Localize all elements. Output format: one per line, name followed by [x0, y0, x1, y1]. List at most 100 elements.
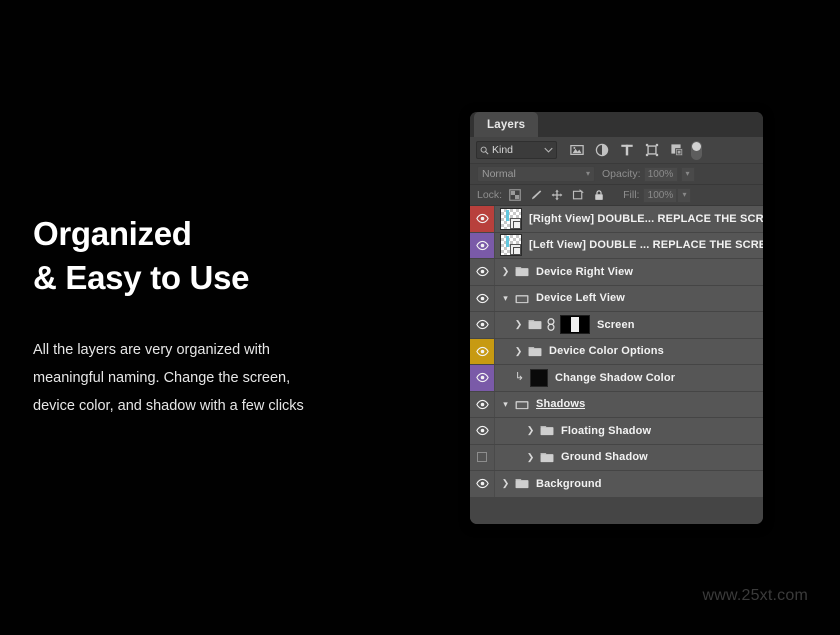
layer-visibility-cell[interactable] [470, 312, 495, 338]
clipping-mask-arrow-icon: ↳ [514, 371, 525, 384]
layer-row[interactable]: ❯ Background [470, 471, 763, 498]
watermark: www.25xt.com [702, 587, 808, 604]
visibility-off-box-icon[interactable] [477, 452, 487, 463]
chevron-right-icon[interactable]: ❯ [513, 346, 524, 357]
tab-layers[interactable]: Layers [474, 112, 539, 137]
blend-mode-select[interactable]: Normal ▾ [477, 166, 595, 182]
visibility-eye-icon[interactable] [475, 424, 489, 437]
chevron-down-icon[interactable]: ▾ [500, 293, 511, 304]
layer-row[interactable]: ▾ Device Left View [470, 285, 763, 312]
layer-row[interactable]: [Right View] DOUBLE... REPLACE THE SCREE… [470, 206, 763, 233]
chevron-right-icon[interactable]: ❯ [525, 452, 536, 463]
layer-row[interactable]: ❯ Screen [470, 312, 763, 339]
smart-object-filter-icon[interactable] [670, 143, 684, 157]
layer-visibility-cell[interactable] [470, 471, 495, 497]
smart-object-thumbnail[interactable] [500, 207, 522, 230]
layer-visibility-cell[interactable] [470, 365, 495, 391]
visibility-eye-icon[interactable] [475, 398, 489, 411]
description-line-2: meaningful naming. Change the screen, [33, 370, 291, 386]
visibility-eye-icon[interactable] [475, 477, 489, 490]
chevron-down-icon[interactable]: ▾ [500, 399, 511, 410]
chevron-right-icon[interactable]: ❯ [513, 319, 524, 330]
visibility-eye-icon[interactable] [475, 371, 489, 384]
layer-name: Change Shadow Color [555, 371, 676, 384]
layer-visibility-cell[interactable] [470, 206, 495, 232]
visibility-eye-icon[interactable] [475, 318, 489, 331]
layer-row[interactable]: ▾ Shadows [470, 391, 763, 418]
layer-row-body[interactable]: ▾ Device Left View [495, 286, 763, 312]
layer-name: Floating Shadow [561, 424, 652, 437]
visibility-eye-icon[interactable] [475, 212, 489, 225]
fill-input[interactable]: 100% [643, 187, 678, 203]
layer-visibility-cell[interactable] [470, 259, 495, 285]
chevron-right-icon[interactable]: ❯ [500, 266, 511, 277]
layer-row-body[interactable]: ❯ Screen [495, 312, 763, 338]
visibility-eye-icon[interactable] [475, 239, 489, 252]
type-layer-filter-icon[interactable] [620, 143, 634, 157]
chevron-right-icon[interactable]: ❯ [500, 478, 511, 489]
folder-open-icon [515, 400, 529, 409]
link-mask-icon[interactable] [546, 318, 556, 332]
solid-color-thumbnail[interactable] [530, 368, 548, 387]
lock-image-pixels-icon[interactable] [530, 189, 542, 201]
layer-row[interactable]: [Left View] DOUBLE ... REPLACE THE SCREE… [470, 232, 763, 259]
lock-artboard-nesting-icon[interactable] [572, 189, 584, 201]
chevron-down-icon: ▾ [585, 169, 590, 178]
thumbnail-screen-strip [506, 209, 509, 221]
layer-row-body[interactable]: ❯ Ground Shadow [495, 445, 763, 471]
chevron-down-icon: ▾ [682, 190, 687, 199]
filter-icon-group [570, 143, 684, 157]
layer-row[interactable]: ❯ Floating Shadow [470, 418, 763, 445]
layer-visibility-cell[interactable] [470, 232, 495, 258]
layer-row-body[interactable]: [Right View] DOUBLE... REPLACE THE SCREE… [495, 206, 763, 232]
layer-visibility-cell[interactable] [470, 285, 495, 311]
layer-row-body[interactable]: ❯ Floating Shadow [495, 418, 763, 444]
folder-closed-icon [528, 346, 542, 356]
layer-row[interactable]: ❯ Ground Shadow [470, 444, 763, 471]
lock-bar: Lock: Fill: 100% ▾ [470, 185, 763, 206]
layer-row[interactable]: ↳ Change Shadow Color [470, 365, 763, 392]
layer-visibility-cell[interactable] [470, 418, 495, 444]
visibility-eye-icon[interactable] [475, 265, 489, 278]
layer-row[interactable]: ❯ Device Right View [470, 259, 763, 286]
layer-row-body[interactable]: ❯ Background [495, 471, 763, 497]
layer-filter-bar: Kind [470, 137, 763, 164]
layer-row[interactable]: ❯ Device Color Options [470, 338, 763, 365]
opacity-input[interactable]: 100% [643, 166, 678, 182]
layer-row-body[interactable]: ❯ Device Right View [495, 259, 763, 285]
lock-transparent-pixels-icon[interactable] [509, 189, 521, 201]
layer-row-body[interactable]: ↳ Change Shadow Color [495, 365, 763, 391]
visibility-eye-icon[interactable] [475, 292, 489, 305]
layer-row-body[interactable]: ▾ Shadows [495, 392, 763, 418]
opacity-stepper[interactable]: ▾ [680, 166, 695, 182]
layer-name: Shadows [536, 398, 586, 411]
layer-visibility-cell[interactable] [470, 444, 495, 470]
layers-panel: Layers Kind Normal ▾ Opacity: 100% ▾ Loc… [470, 112, 763, 524]
description-text: All the layers are very organized with m… [33, 336, 363, 420]
opacity-label: Opacity: [602, 168, 641, 180]
chevron-right-icon[interactable]: ❯ [525, 425, 536, 436]
shape-layer-filter-icon[interactable] [645, 143, 659, 157]
thumbnail-screen-strip [506, 236, 509, 248]
lock-all-icon[interactable] [593, 189, 605, 201]
lock-label: Lock: [477, 189, 503, 201]
layer-visibility-cell[interactable] [470, 391, 495, 417]
folder-closed-icon [540, 452, 554, 462]
tab-strip-filler [538, 112, 763, 137]
layer-visibility-cell[interactable] [470, 338, 495, 364]
opacity-control: Opacity: 100% ▾ [602, 166, 695, 182]
filter-kind-select[interactable]: Kind [476, 141, 557, 159]
adjustment-layer-filter-icon[interactable] [595, 143, 609, 157]
layer-name: [Right View] DOUBLE... REPLACE THE SCREE… [529, 212, 763, 225]
visibility-eye-icon[interactable] [475, 345, 489, 358]
smart-object-thumbnail[interactable] [500, 234, 522, 257]
layer-mask-thumbnail[interactable] [560, 315, 590, 335]
fill-stepper[interactable]: ▾ [677, 187, 692, 203]
pixel-layer-filter-icon[interactable] [570, 143, 584, 157]
layer-name: Device Left View [536, 292, 626, 305]
layer-row-body[interactable]: [Left View] DOUBLE ... REPLACE THE SCREE… [495, 233, 763, 259]
layer-row-body[interactable]: ❯ Device Color Options [495, 339, 763, 365]
layer-name: Screen [597, 318, 635, 331]
lock-position-icon[interactable] [551, 189, 563, 201]
filter-enable-toggle[interactable] [691, 140, 702, 160]
